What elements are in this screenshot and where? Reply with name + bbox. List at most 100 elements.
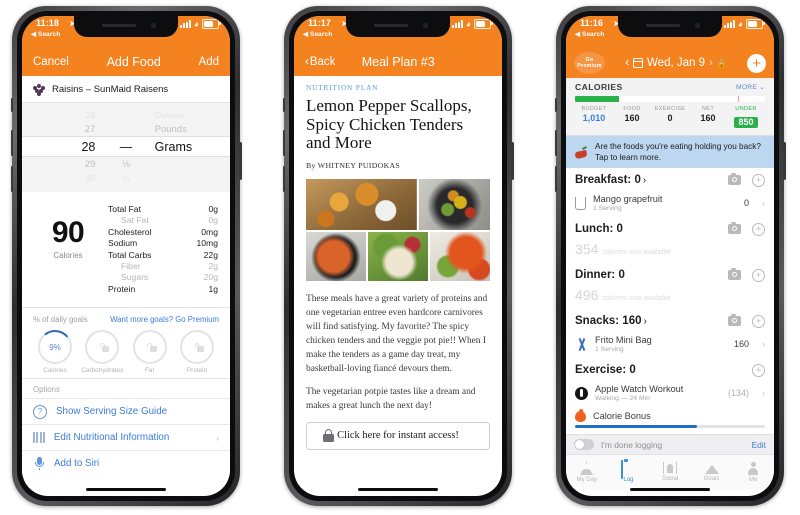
fact-value: 0mg [201,226,218,237]
home-indicator[interactable] [86,487,166,491]
serving-picker[interactable]: 26 Ounces 27 Pounds 28 — Grams 29 ⅛ 30 ¼ [22,103,230,192]
add-exercise-icon[interactable]: + [752,363,765,377]
apple-watch-icon [575,386,588,400]
go-premium-link[interactable]: Want more goals? Go Premium [110,315,219,324]
camera-icon[interactable] [728,268,741,280]
camera-icon[interactable] [728,173,741,185]
home-indicator[interactable] [358,487,438,491]
section-header-snacks[interactable]: Snacks: 160 › + [566,309,774,333]
option-show-serving-size-guide[interactable]: ? Show Serving Size Guide [22,398,230,425]
section-header-dinner[interactable]: Dinner: 0 + [566,263,774,287]
volume-up-button[interactable] [554,130,557,156]
picker-row-above[interactable]: 27 Pounds [22,122,230,136]
section-header-breakfast[interactable]: Breakfast: 0 › + [566,168,774,192]
option-edit-nutritional-information[interactable]: Edit Nutritional Information › [22,424,230,451]
chevron-right-icon: › [216,432,219,443]
section-title: Exercise: 0 [575,364,636,376]
stat-key: UNDER [735,106,757,112]
goal-ring-calories[interactable]: 9% Calories [33,328,77,374]
add-entry-button[interactable]: + [747,53,766,73]
mute-switch[interactable] [282,98,285,112]
tab-goals[interactable]: Goals [691,455,733,489]
page-title: Meal Plan #3 [361,55,435,69]
tab-social[interactable]: Social [649,455,691,489]
add-button[interactable]: Add [199,56,219,68]
soup-photo[interactable] [306,231,366,281]
picker-row-below[interactable]: 29 ⅛ [22,157,230,171]
scallop-salad-photo[interactable] [368,231,428,281]
tab-me[interactable]: Me [732,455,774,489]
done-logging-toggle[interactable] [574,439,594,450]
next-day-button[interactable]: › [709,57,713,69]
tab-log[interactable]: Log [608,455,650,489]
log-entry-apple-watch-workout[interactable]: Apple Watch Workout Walking — 24 Min (13… [566,382,774,407]
picker-unit: Ounces [154,110,184,120]
add-food-icon[interactable]: + [752,268,765,282]
previous-day-button[interactable]: ‹ [625,57,629,69]
fact-label: Protein [108,283,136,294]
promo-banner[interactable]: Are the foods you're eating holding you … [566,136,774,168]
camera-icon[interactable] [728,314,741,326]
add-food-icon[interactable]: + [752,222,765,236]
goal-ring-protein[interactable]: Protein [175,330,219,374]
volume-down-button[interactable] [282,166,285,192]
home-indicator[interactable] [630,487,710,491]
power-button[interactable] [511,142,514,180]
back-to-search-link[interactable]: ◀ Search [31,30,60,38]
picker-amount: 30 [85,173,96,183]
log-entry-calorie-bonus[interactable]: Calorie Bonus [566,407,774,422]
back-button[interactable]: ‹ Back [305,56,335,68]
goal-ring-fat[interactable]: Fat [128,330,172,374]
fact-label: Total Fat [108,204,141,214]
power-button[interactable] [783,142,786,180]
mute-switch[interactable] [554,98,557,112]
picker-row-far-below[interactable]: 30 ¼ [22,171,230,185]
instant-access-button[interactable]: Click here for instant access! [306,421,490,450]
mute-switch[interactable] [10,98,13,112]
picker-row-selected[interactable]: 28 — Grams [22,136,230,157]
cancel-button[interactable]: Cancel [33,56,69,68]
tab-my-day[interactable]: My Day [566,455,608,489]
volume-down-button[interactable] [554,166,557,192]
banner-line-2: Tap to learn more. [595,153,661,162]
camera-icon[interactable] [728,222,741,234]
picker-fraction: ⅛ [122,158,130,170]
picker-amount-selected: 28 [81,139,96,154]
goal-ring-carbohydrates[interactable]: Carbohydrates [80,330,124,374]
food-name-row[interactable]: Raisins – SunMaid Raisens [22,76,230,103]
pot-pies-photo[interactable] [306,178,417,230]
add-food-icon[interactable]: + [752,314,765,328]
section-header-exercise[interactable]: Exercise: 0 + [566,358,774,382]
article-paragraph-2: The vegetarian potpie tastes like a drea… [306,386,476,411]
chevron-right-icon: › [762,339,765,349]
volume-up-button[interactable] [282,130,285,156]
fried-shrimp-photo[interactable] [430,231,490,281]
section-header-lunch[interactable]: Lunch: 0 + [566,217,774,241]
nutrition-fact-row: Sugars 20g [108,272,218,283]
volume-up-button[interactable] [10,130,13,156]
picker-row-far-above[interactable]: 26 Ounces [22,108,230,122]
daily-goals-panel: % of daily goals Want more goals? Go Pre… [22,308,230,380]
available-number: 496 [575,287,599,303]
stat-value: 160 [700,113,716,123]
option-add-to-siri[interactable]: Add to Siri [22,450,230,477]
log-entry-mango-grapefruit[interactable]: Mango grapefruit 1 Serving 0 › [566,192,774,217]
tab-label: Goals [703,475,720,482]
go-premium-button[interactable]: Go Premium [574,52,605,74]
power-button[interactable] [239,142,242,180]
log-entry-frito-mini-bag[interactable]: Frito Mini Bag 1 Serving 160 › [566,333,774,358]
edit-button[interactable]: Edit [752,440,766,450]
food-name: Raisins – SunMaid Raisens [52,83,169,95]
back-to-search-link[interactable]: ◀ Search [303,30,332,38]
back-to-search-link[interactable]: ◀ Search [575,30,604,38]
entry-sub: Walking — 24 Min [595,395,650,402]
add-food-icon[interactable]: + [752,173,765,187]
stir-fry-photo[interactable] [418,178,490,230]
tab-label: Log [623,477,634,483]
article-kicker[interactable]: NUTRITION PLAN [306,84,490,92]
volume-down-button[interactable] [10,166,13,192]
calories-more-button[interactable]: MORE ⌄ [736,83,765,91]
calendar-icon[interactable] [633,58,644,68]
front-camera [695,23,700,28]
date-picker[interactable]: ‹ Wed, Jan 9 › 🔒 [625,57,727,69]
